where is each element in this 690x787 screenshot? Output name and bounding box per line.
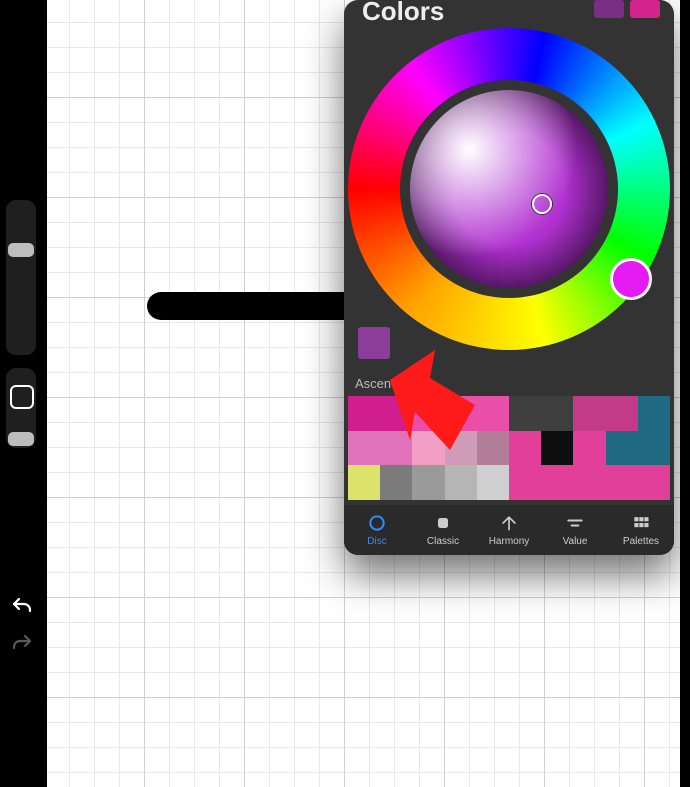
redo-button[interactable] xyxy=(10,632,34,656)
palette-swatch[interactable] xyxy=(477,396,509,431)
palette-swatch[interactable] xyxy=(606,465,638,500)
palette-swatch[interactable] xyxy=(541,465,573,500)
history-swatch[interactable] xyxy=(358,327,390,359)
undo-button[interactable] xyxy=(10,595,34,619)
brush-size-thumb[interactable] xyxy=(8,243,34,257)
palette-swatch[interactable] xyxy=(412,465,444,500)
palette-swatch[interactable] xyxy=(445,465,477,500)
hue-cursor[interactable] xyxy=(610,258,652,300)
palette-swatch[interactable] xyxy=(573,396,605,431)
palette-swatch[interactable] xyxy=(445,396,477,431)
tab-label: Disc xyxy=(367,536,386,547)
opacity-thumb[interactable] xyxy=(8,432,34,446)
palette-swatch[interactable] xyxy=(509,465,541,500)
tab-label: Harmony xyxy=(489,536,530,547)
tab-harmony[interactable]: Harmony xyxy=(479,513,539,547)
saturation-value-disc[interactable] xyxy=(410,90,608,288)
previous-color-swatch[interactable] xyxy=(594,0,624,18)
brush-size-slider[interactable] xyxy=(6,200,36,355)
tab-value[interactable]: Value xyxy=(545,513,605,547)
palette-swatch[interactable] xyxy=(380,396,412,431)
palette-swatch[interactable] xyxy=(348,465,380,500)
palette-swatch[interactable] xyxy=(573,431,605,466)
palette-swatch[interactable] xyxy=(638,431,670,466)
palette-swatch[interactable] xyxy=(412,396,444,431)
palette-grid xyxy=(348,396,670,500)
palette-swatch[interactable] xyxy=(606,431,638,466)
palette-section-label: Ascend xyxy=(355,376,398,391)
tab-label: Value xyxy=(563,536,588,547)
colors-panel: Colors Ascend Disc Classic Harmony xyxy=(344,0,674,555)
tab-disc[interactable]: Disc xyxy=(347,513,407,547)
palette-swatch[interactable] xyxy=(477,465,509,500)
palette-swatch[interactable] xyxy=(412,431,444,466)
palette-swatch[interactable] xyxy=(509,396,541,431)
color-wheel[interactable] xyxy=(348,28,670,350)
tab-palettes[interactable]: Palettes xyxy=(611,513,671,547)
left-sidebar xyxy=(0,0,47,787)
palette-swatch[interactable] xyxy=(541,396,573,431)
palette-swatch[interactable] xyxy=(380,465,412,500)
palette-swatch[interactable] xyxy=(573,465,605,500)
tab-label: Palettes xyxy=(623,536,659,547)
palette-swatch[interactable] xyxy=(606,396,638,431)
color-mode-tabs: Disc Classic Harmony Value Palettes xyxy=(344,505,674,555)
palette-swatch[interactable] xyxy=(541,431,573,466)
right-bezel xyxy=(680,0,690,787)
palette-swatch[interactable] xyxy=(638,396,670,431)
palette-swatch[interactable] xyxy=(477,431,509,466)
tab-label: Classic xyxy=(427,536,459,547)
palette-swatch[interactable] xyxy=(445,431,477,466)
palette-swatch[interactable] xyxy=(380,431,412,466)
tab-classic[interactable]: Classic xyxy=(413,513,473,547)
sv-cursor[interactable] xyxy=(532,194,552,214)
panel-title: Colors xyxy=(362,0,444,27)
palette-swatch[interactable] xyxy=(509,431,541,466)
current-color-swatch[interactable] xyxy=(630,0,660,18)
modify-button[interactable] xyxy=(10,385,34,409)
palette-swatch[interactable] xyxy=(348,396,380,431)
palette-swatch[interactable] xyxy=(638,465,670,500)
palette-swatch[interactable] xyxy=(348,431,380,466)
